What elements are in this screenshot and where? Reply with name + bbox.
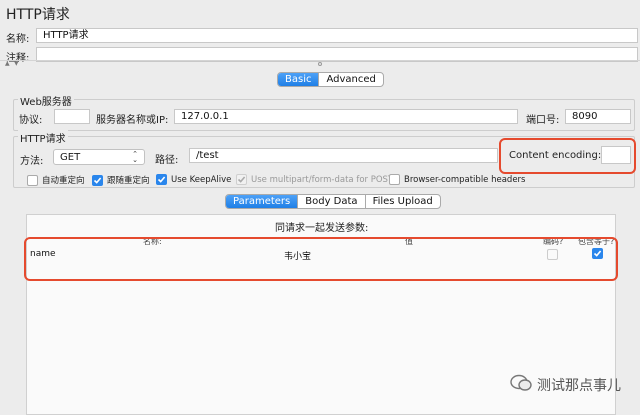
checkbox[interactable] (389, 174, 400, 185)
window-title: HTTP请求 (6, 7, 70, 23)
option-browser-headers[interactable]: Browser-compatible headers (389, 174, 525, 185)
subtabs: Parameters Body Data Files Upload (225, 194, 441, 209)
collapse-up-icon[interactable]: ▲ (5, 60, 10, 67)
option-label: Use KeepAlive (171, 174, 232, 185)
params-caption: 同请求一起发送参数: (275, 223, 369, 234)
port-field[interactable]: 8090 (565, 109, 631, 124)
option-label: 自动重定向 (42, 176, 85, 186)
tab-parameters[interactable]: Parameters (226, 195, 299, 208)
host-field[interactable]: 127.0.0.1 (174, 109, 518, 124)
option-label: 跟随重定向 (107, 176, 150, 186)
tab-body-data[interactable]: Body Data (298, 195, 366, 208)
protocol-label: 协议: (19, 115, 43, 126)
web-server-title: Web服务器 (18, 93, 74, 108)
path-label: 路径: (155, 155, 179, 166)
option-follow-redirects[interactable]: 跟随重定向 (92, 174, 150, 186)
path-field[interactable]: /test (189, 148, 498, 163)
tab-basic[interactable]: Basic (278, 73, 320, 86)
host-label: 服务器名称或IP: (96, 115, 169, 126)
name-field[interactable]: HTTP请求 (36, 28, 638, 43)
method-value: GET (60, 151, 81, 163)
name-label: 名称: (6, 34, 30, 45)
option-keepalive[interactable]: Use KeepAlive (156, 174, 231, 185)
param-name-cell[interactable]: name (30, 249, 56, 259)
protocol-field[interactable] (54, 109, 90, 124)
checkbox[interactable] (27, 174, 38, 186)
encode-checkbox[interactable] (547, 249, 558, 263)
content-encoding-field[interactable] (601, 146, 631, 164)
option-auto-redirect[interactable]: 自动重定向 (27, 174, 85, 186)
content-encoding-label: Content encoding: (509, 150, 602, 161)
method-select[interactable]: GET ⌃ ⌄ (53, 149, 145, 165)
method-label: 方法: (20, 156, 44, 167)
checkbox[interactable] (92, 174, 103, 186)
option-label: Browser-compatible headers (404, 174, 526, 185)
port-label: 端口号: (526, 115, 560, 126)
include-equals-checkbox[interactable] (592, 248, 603, 261)
param-value-cell[interactable]: 韦小宝 (284, 249, 311, 262)
wechat-icon (510, 374, 532, 396)
option-multipart: Use multipart/form-data for POST (236, 174, 393, 185)
tab-files-upload[interactable]: Files Upload (366, 195, 440, 208)
watermark-text: 测试那点事儿 (537, 378, 621, 394)
table-row[interactable] (28, 247, 614, 261)
checkbox (236, 174, 247, 185)
checkbox[interactable] (156, 174, 167, 185)
basic-advanced-tabs: Basic Advanced (277, 72, 384, 87)
stepper-arrows-icon: ⌃ ⌄ (132, 150, 138, 164)
collapse-down-icon[interactable]: ▼ (14, 60, 19, 67)
watermark: 测试那点事儿 (510, 374, 621, 396)
splitter-handle-icon[interactable] (318, 62, 322, 66)
option-label: Use multipart/form-data for POST (251, 174, 394, 185)
http-request-title: HTTP请求 (18, 130, 68, 145)
tab-advanced[interactable]: Advanced (319, 73, 382, 86)
